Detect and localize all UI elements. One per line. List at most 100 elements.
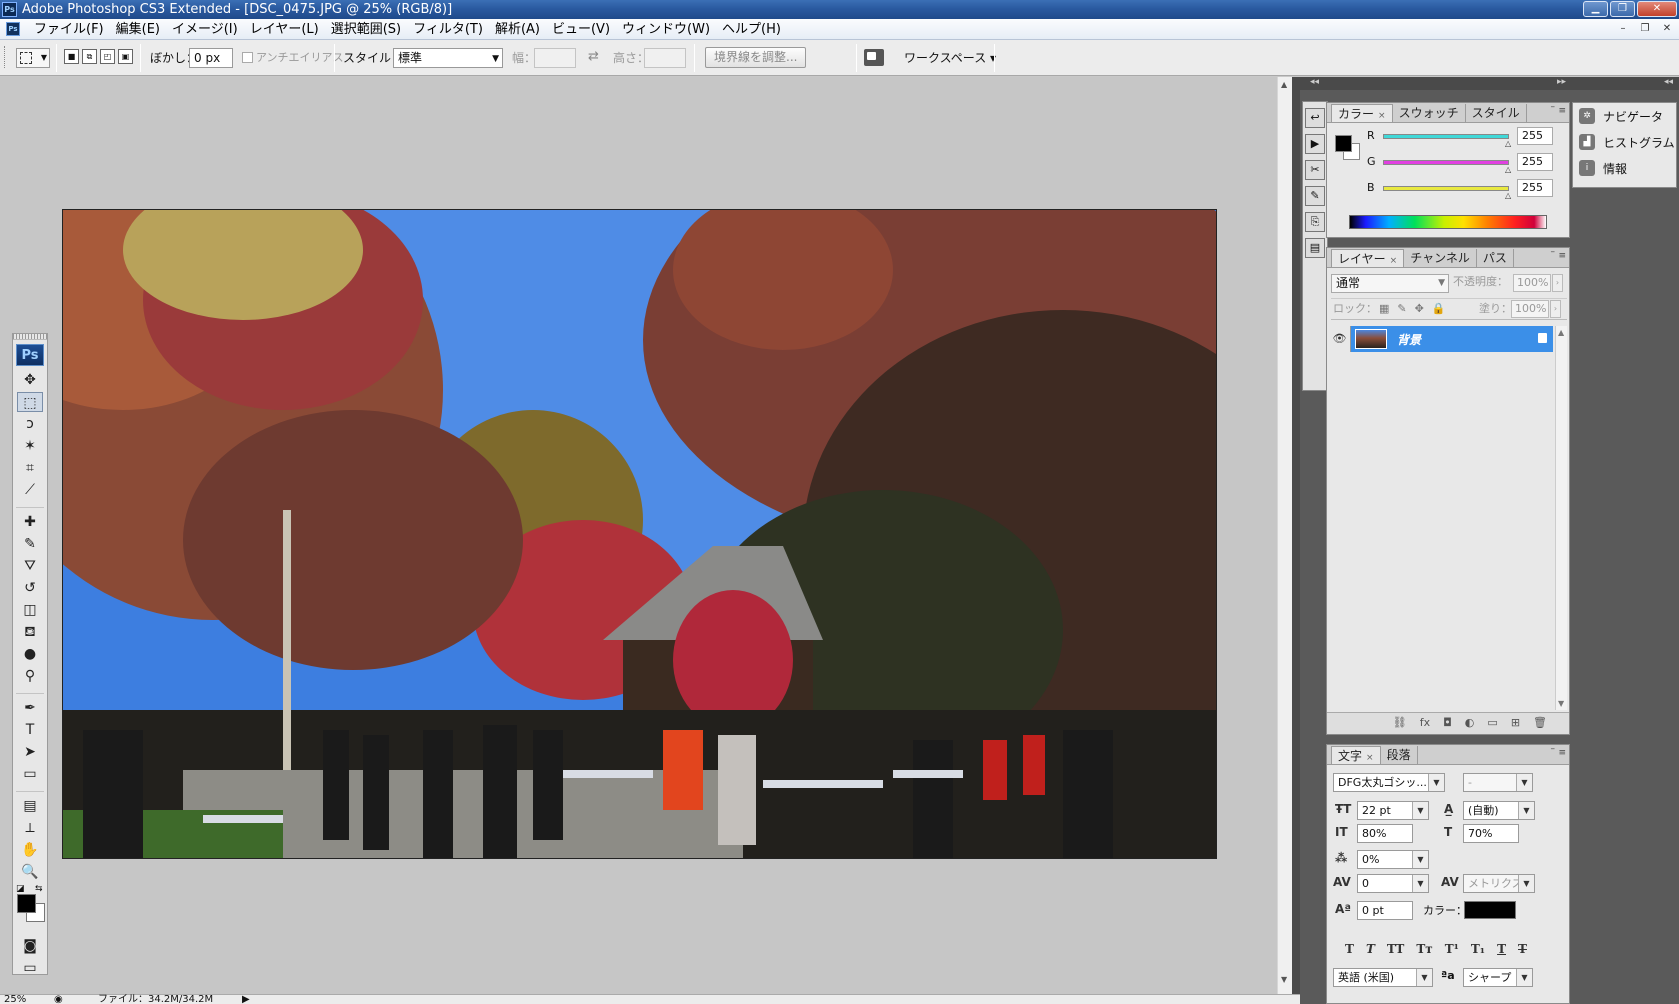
zoom-level[interactable]: 25% bbox=[4, 995, 26, 1004]
scroll-down-icon[interactable]: ▼ bbox=[1281, 975, 1287, 984]
menu-image[interactable]: イメージ(I) bbox=[166, 21, 244, 38]
brushes-icon[interactable]: ✎ bbox=[1305, 186, 1325, 206]
lock-transparency-icon[interactable]: ▦ bbox=[1379, 302, 1389, 315]
blend-mode-select[interactable]: 通常 ▼ bbox=[1331, 274, 1449, 293]
close-button[interactable]: ✕ bbox=[1637, 1, 1677, 17]
crop-tool-icon[interactable]: ⌗ bbox=[17, 458, 43, 478]
link-layers-icon[interactable]: ⛓ bbox=[1393, 716, 1407, 729]
layer-style-fx-icon[interactable]: fx bbox=[1420, 716, 1430, 729]
menu-file[interactable]: ファイル(F) bbox=[28, 21, 110, 38]
faux-italic-icon[interactable]: T bbox=[1366, 942, 1375, 956]
doc-close-icon[interactable]: ✕ bbox=[1659, 22, 1675, 36]
hand-tool-icon[interactable]: ✋ bbox=[17, 840, 43, 860]
doc-restore-icon[interactable]: ❐ bbox=[1637, 22, 1653, 36]
menu-analysis[interactable]: 解析(A) bbox=[489, 21, 546, 38]
height-input[interactable] bbox=[644, 48, 686, 68]
swap-width-height-icon[interactable]: ⇄ bbox=[588, 49, 599, 64]
antialias-checkbox[interactable] bbox=[242, 52, 253, 63]
menu-window[interactable]: ウィンドウ(W) bbox=[616, 21, 716, 38]
expand-dock-icon[interactable]: ▸▸ bbox=[1557, 77, 1566, 87]
maximize-button[interactable]: ❐ bbox=[1610, 1, 1635, 17]
leading-input[interactable]: (自動) ▼ bbox=[1463, 801, 1535, 820]
document-canvas-photo[interactable] bbox=[62, 209, 1217, 859]
lock-all-icon[interactable]: 🔒 bbox=[1432, 302, 1446, 315]
delete-layer-icon[interactable]: 🗑 bbox=[1533, 716, 1547, 729]
tab-character[interactable]: 文字 × bbox=[1331, 746, 1381, 764]
collapse-dock-icon[interactable]: ◂◂ bbox=[1310, 77, 1319, 87]
bridge-icon[interactable] bbox=[864, 49, 884, 66]
green-slider[interactable] bbox=[1383, 160, 1509, 165]
layer-row-background[interactable]: 👁 背景 bbox=[1329, 326, 1553, 352]
close-icon[interactable]: × bbox=[1390, 256, 1398, 266]
new-group-icon[interactable]: ▭ bbox=[1487, 716, 1497, 729]
status-menu-arrow-icon[interactable]: ▶ bbox=[242, 995, 250, 1004]
kerning-input[interactable]: 0 ▼ bbox=[1357, 874, 1429, 893]
history-icon[interactable]: ↩ bbox=[1305, 108, 1325, 128]
panel-minimize-icon[interactable]: – bbox=[1551, 247, 1556, 257]
close-icon[interactable]: × bbox=[1378, 111, 1386, 121]
blue-slider[interactable] bbox=[1383, 186, 1509, 191]
move-tool-icon[interactable]: ✥ bbox=[17, 370, 43, 390]
add-selection-icon[interactable]: ⧉ bbox=[82, 49, 97, 64]
lock-position-icon[interactable]: ✥ bbox=[1415, 302, 1424, 315]
green-value-input[interactable]: 255 bbox=[1517, 153, 1553, 171]
fill-slider-arrow-icon[interactable]: › bbox=[1550, 300, 1561, 318]
strikethrough-icon[interactable]: T bbox=[1518, 942, 1527, 956]
zoom-tool-icon[interactable]: 🔍 bbox=[17, 862, 43, 882]
baseline-shift-input[interactable]: 0 pt bbox=[1357, 901, 1413, 920]
panel-menu-icon[interactable]: ≡ bbox=[1558, 251, 1566, 261]
green-slider-thumb[interactable]: △ bbox=[1505, 165, 1511, 174]
swap-colors-icon[interactable]: ⇆ bbox=[35, 884, 43, 894]
visibility-eye-icon[interactable]: 👁 bbox=[1329, 326, 1351, 352]
refine-edge-button[interactable]: 境界線を調整... bbox=[705, 47, 807, 68]
paint-bucket-tool-icon[interactable]: ⛾ bbox=[17, 622, 43, 642]
photoshop-logo[interactable]: Ps bbox=[16, 344, 44, 366]
all-caps-icon[interactable]: TT bbox=[1387, 942, 1404, 956]
panel-info[interactable]: i 情報 bbox=[1573, 155, 1676, 181]
tab-color[interactable]: カラー × bbox=[1331, 104, 1393, 122]
scroll-up-icon[interactable]: ▲ bbox=[1558, 328, 1564, 337]
history-brush-tool-icon[interactable]: ↺ bbox=[17, 578, 43, 598]
layers-scrollbar[interactable]: ▲ ▼ bbox=[1555, 326, 1567, 710]
font-style-select[interactable]: - ▼ bbox=[1463, 773, 1533, 792]
type-tool-icon[interactable]: T bbox=[17, 720, 43, 740]
toolbox-grip[interactable] bbox=[13, 334, 47, 340]
antialias-select[interactable]: シャープ ▼ bbox=[1463, 968, 1533, 987]
intersect-selection-icon[interactable]: ▣ bbox=[118, 49, 133, 64]
actions-icon[interactable]: ▶ bbox=[1305, 134, 1325, 154]
tab-channels[interactable]: チャンネル bbox=[1404, 249, 1477, 267]
foreground-color-swatch[interactable] bbox=[17, 894, 36, 913]
language-select[interactable]: 英語 (米国) ▼ bbox=[1333, 968, 1433, 987]
subscript-icon[interactable]: T₁ bbox=[1471, 942, 1485, 956]
tab-styles[interactable]: スタイル bbox=[1466, 104, 1527, 122]
blur-tool-icon[interactable]: ● bbox=[17, 644, 43, 664]
pen-tool-icon[interactable]: ✒ bbox=[17, 698, 43, 718]
vertical-scale-input[interactable]: 80% bbox=[1357, 824, 1413, 843]
text-color-swatch[interactable] bbox=[1464, 901, 1516, 919]
font-family-select[interactable]: DFG太丸ゴシッ... ▼ bbox=[1333, 773, 1445, 792]
workspace-vertical-scrollbar[interactable]: ▲ ▼ bbox=[1277, 77, 1292, 994]
font-size-input[interactable]: 22 pt ▼ bbox=[1357, 801, 1429, 820]
tool-preset-picker[interactable]: ▼ bbox=[16, 48, 50, 68]
opacity-input[interactable]: 100% bbox=[1513, 274, 1551, 292]
collapse-dock-icon[interactable]: ◂◂ bbox=[1664, 77, 1673, 87]
tracking-select[interactable]: メトリクス ▼ bbox=[1463, 874, 1535, 893]
underline-icon[interactable]: T bbox=[1497, 942, 1506, 956]
dodge-tool-icon[interactable]: ⚲ bbox=[17, 666, 43, 686]
panel-histogram[interactable]: ▟ ヒストグラム bbox=[1573, 129, 1676, 155]
red-slider[interactable] bbox=[1383, 134, 1509, 139]
menu-view[interactable]: ビュー(V) bbox=[546, 21, 616, 38]
status-options-icon[interactable]: ◉ bbox=[54, 995, 63, 1004]
clone-stamp-tool-icon[interactable]: ⛛ bbox=[17, 556, 43, 576]
feather-input[interactable]: 0 px bbox=[189, 48, 233, 68]
minimize-button[interactable]: ▁ bbox=[1583, 1, 1608, 17]
panel-navigator[interactable]: ✲ ナビゲータ bbox=[1573, 103, 1676, 129]
menu-filter[interactable]: フィルタ(T) bbox=[407, 21, 489, 38]
close-icon[interactable]: × bbox=[1366, 753, 1374, 763]
lock-pixels-icon[interactable]: ✎ bbox=[1397, 302, 1406, 315]
slice-tool-icon[interactable]: ⟋ bbox=[17, 480, 43, 500]
workspace-menu[interactable]: ワークスペース ▾ bbox=[904, 50, 996, 66]
faux-bold-icon[interactable]: T bbox=[1345, 942, 1354, 956]
layer-comps-icon[interactable]: ▤ bbox=[1305, 238, 1325, 258]
tsume-input[interactable]: 0% ▼ bbox=[1357, 850, 1429, 869]
